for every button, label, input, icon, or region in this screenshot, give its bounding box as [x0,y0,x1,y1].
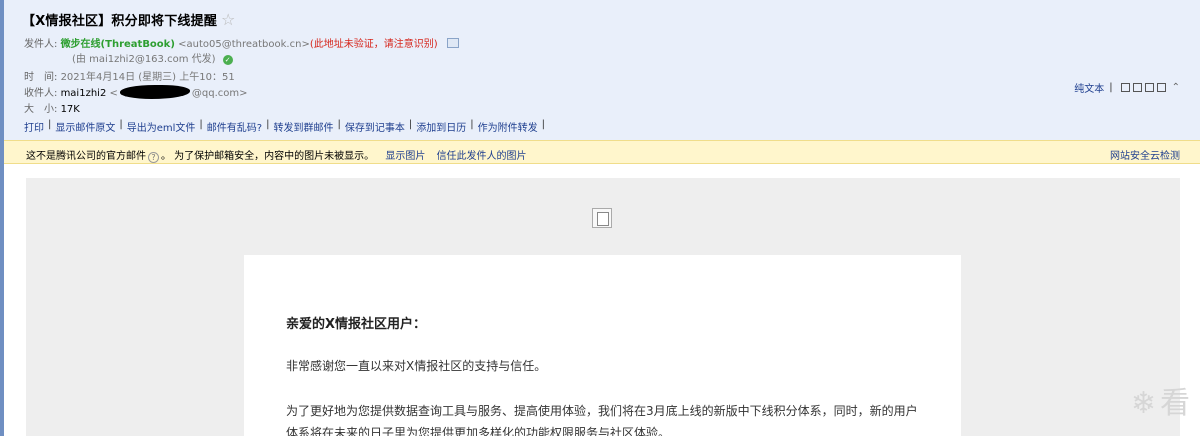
email-body-card: 亲爱的X情报社区用户： 非常感谢您一直以来对X情报社区的支持与信任。 为了更好地… [244,255,961,436]
redaction-mark [119,85,190,99]
verified-check-icon: ✓ [222,55,233,65]
time-value: 2021年4月14日 (星期三) 上午10：51 [60,72,235,83]
size-label: 大 小: [24,104,58,115]
size-row: 大 小: 17K [24,100,80,115]
sender-address[interactable]: <auto05@threatbook.cn> [178,39,310,50]
warning-text-after: 。 为了保护邮箱安全，内容中的图片未被显示。 [161,151,375,162]
action-print[interactable]: 打印 [24,119,44,134]
action-garbled[interactable]: 邮件有乱码? [207,119,262,134]
from-label: 发件人: [24,39,58,50]
to-row: 收件人: mai1zhi2 < @qq.com> [24,84,248,99]
via-text: (由 mai1zhi2@163.com 代发) [72,54,216,65]
action-links: 打印 | 显示邮件原文 | 导出为eml文件 | 邮件有乱码? | 转发到群邮件 | 保存… [24,119,545,134]
collapse-chevron-icon[interactable]: ⌃ [1172,82,1180,93]
sender-name[interactable]: 微步在线(ThreatBook) [61,39,175,50]
body-paragraph-1: 非常感谢您一直以来对X情报社区的支持与信任。 [286,359,547,373]
right-tools: 纯文本 | ⌃ [1074,80,1180,95]
subject-row: 【X情报社区】积分即将下线提醒 ☆ [22,10,235,29]
action-export-eml[interactable]: 导出为eml文件 [127,119,196,134]
action-forward-group[interactable]: 转发到群邮件 [273,119,333,134]
blocked-image-icon[interactable] [592,208,612,228]
copy-icon[interactable] [1144,83,1154,92]
new-window-icon[interactable] [1120,83,1130,92]
plain-text-link[interactable]: 纯文本 [1074,80,1104,95]
sender-warning: (此地址未验证，请注意识别) [309,39,438,50]
email-header: 【X情报社区】积分即将下线提醒 ☆ 发件人: 微步在线(ThreatBook) … [4,0,1200,140]
time-row: 时 间: 2021年4月14日 (星期三) 上午10：51 [24,68,235,83]
view-icon[interactable] [1132,83,1142,92]
size-value: 17K [60,104,80,115]
action-save-notes[interactable]: 保存到记事本 [345,119,405,134]
body-paragraph-2: 为了更好地为您提供数据查询工具与服务、提高使用体验，我们将在3月底上线的新版中下… [286,404,918,436]
action-show-original[interactable]: 显示邮件原文 [55,119,115,134]
watermark-snowflake-icon: ❄ [1130,386,1160,421]
body-greeting: 亲爱的X情报社区用户： [286,317,427,332]
via-row: (由 mai1zhi2@163.com 代发) ✓ [72,50,233,65]
from-row: 发件人: 微步在线(ThreatBook) <auto05@threatbook… [24,35,459,50]
email-subject: 【X情报社区】积分即将下线提醒 [22,14,218,29]
warning-text: 这不是腾讯公司的官方邮件?。 为了保护邮箱安全，内容中的图片未被显示。 显示图片… [26,147,527,163]
print-icon[interactable] [1156,83,1166,92]
add-contact-icon[interactable] [446,38,459,48]
action-forward-attachment[interactable]: 作为附件转发 [478,119,538,134]
time-label: 时 间: [24,72,58,83]
action-add-calendar[interactable]: 添加到日历 [416,119,466,134]
star-icon[interactable]: ☆ [221,11,235,28]
recipient-name[interactable]: mai1zhi2 [61,88,107,99]
watermark-text: 看 [1160,386,1194,421]
recipient-address-start: < [109,88,118,99]
watermark: ❄看 [1131,378,1194,422]
to-label: 收件人: [24,88,58,99]
cloud-check-link[interactable]: 网站安全云检测 [1110,147,1180,162]
security-warning-bar: 这不是腾讯公司的官方邮件?。 为了保护邮箱安全，内容中的图片未被显示。 显示图片… [4,140,1200,164]
recipient-address-end: @qq.com> [191,88,248,99]
trust-sender-link[interactable]: 信任此发件人的图片 [437,151,527,162]
show-images-link[interactable]: 显示图片 [385,151,425,162]
help-question-icon[interactable]: ? [148,152,159,163]
warning-text-before: 这不是腾讯公司的官方邮件 [26,151,146,162]
